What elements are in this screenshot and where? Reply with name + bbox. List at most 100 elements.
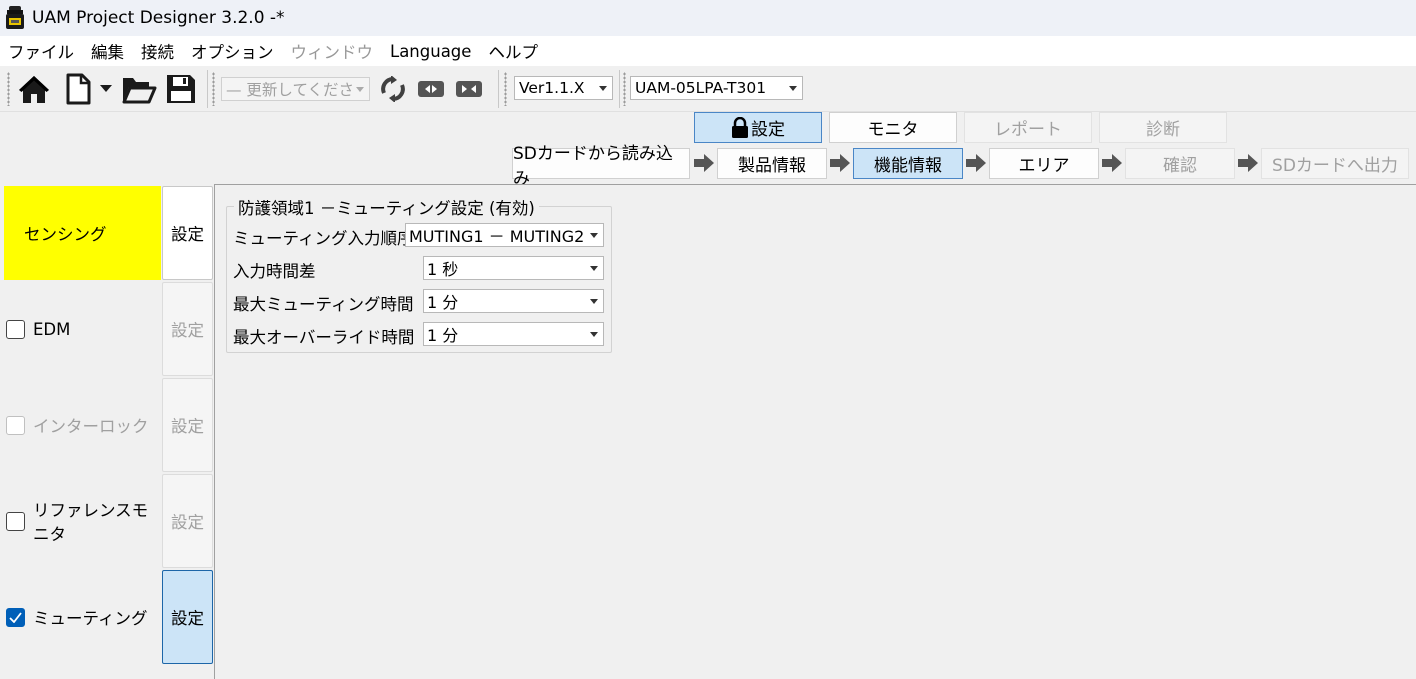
edm-checkbox[interactable] — [6, 319, 25, 339]
menu-edit[interactable]: 編集 — [91, 39, 124, 63]
chevron-down-icon — [356, 87, 364, 92]
chevron-down-icon — [100, 85, 112, 92]
muting-settings-button[interactable]: 設定 — [162, 570, 213, 664]
save-button[interactable] — [162, 72, 200, 106]
max-override-time-select[interactable]: 1 分 — [423, 322, 604, 346]
save-icon — [167, 75, 195, 103]
edm-settings-label: 設定 — [171, 321, 204, 340]
model-combo-value: UAM-05LPA-T301 — [635, 79, 767, 97]
toolbar-grip-3[interactable] — [504, 72, 507, 106]
edm-settings-button[interactable]: 設定 — [162, 282, 213, 376]
reference-monitor-settings-label: 設定 — [171, 513, 204, 532]
step-confirm[interactable]: 確認 — [1125, 148, 1235, 179]
transfer-out-icon — [456, 81, 482, 97]
window-title: UAM Project Designer 3.2.0 -* — [32, 8, 285, 28]
input-time-difference-select[interactable]: 1 秒 — [423, 256, 604, 280]
step-product-info-label: 製品情報 — [738, 156, 806, 176]
open-folder-button[interactable] — [120, 72, 158, 106]
max-muting-time-value: 1 分 — [427, 293, 459, 312]
version-combo[interactable]: Ver1.1.X — [514, 76, 613, 100]
chevron-down-icon — [789, 86, 797, 91]
refresh-button[interactable] — [378, 74, 408, 104]
title-bar: UAM Project Designer 3.2.0 -* — [0, 0, 1416, 36]
input-time-difference-value: 1 秒 — [427, 260, 459, 279]
interlock-checkbox[interactable] — [6, 415, 25, 435]
menu-language[interactable]: Language — [390, 42, 471, 61]
arrow-right-icon — [966, 154, 986, 172]
version-combo-value: Ver1.1.X — [519, 79, 585, 97]
max-muting-time-select[interactable]: 1 分 — [423, 289, 604, 313]
muting-settings-label: 設定 — [171, 609, 204, 628]
step-sd-write-label: SDカードへ出力 — [1272, 156, 1398, 176]
tab-report-label: レポート — [994, 120, 1062, 140]
muting-input-order-select[interactable]: MUTING1 － MUTING2 — [405, 223, 604, 247]
tab-settings[interactable]: 設定 — [694, 112, 822, 143]
home-icon — [19, 76, 49, 103]
step-sd-read-label: SDカードから読み込み — [513, 143, 673, 189]
refresh-icon — [381, 76, 405, 102]
lock-icon — [732, 116, 748, 138]
muting-checkbox[interactable] — [6, 607, 25, 627]
step-sd-write[interactable]: SDカードへ出力 — [1261, 148, 1409, 179]
function-muting[interactable]: ミューティング — [4, 570, 161, 664]
toolbar-grip-4[interactable] — [623, 72, 626, 106]
step-confirm-label: 確認 — [1163, 156, 1197, 176]
write-to-device-button[interactable] — [454, 76, 484, 102]
new-file-button[interactable] — [62, 72, 94, 106]
tab-report[interactable]: レポート — [964, 112, 1092, 143]
update-combo[interactable]: — 更新してくださ — [221, 77, 370, 101]
max-override-time-value: 1 分 — [427, 326, 459, 345]
muting-input-order-label: ミューティング入力順序 — [233, 229, 414, 248]
menu-options[interactable]: オプション — [191, 39, 274, 63]
max-muting-time-label: 最大ミューティング時間 — [233, 295, 414, 314]
step-function-info-label: 機能情報 — [874, 156, 942, 176]
function-reference-monitor-label: リファレンスモニタ — [33, 501, 149, 544]
open-folder-icon — [122, 78, 157, 104]
max-override-time-label: 最大オーバーライド時間 — [233, 328, 415, 347]
function-interlock[interactable]: インターロック — [4, 378, 161, 472]
step-product-info[interactable]: 製品情報 — [717, 148, 827, 179]
tab-diagnosis[interactable]: 診断 — [1099, 112, 1227, 143]
model-combo[interactable]: UAM-05LPA-T301 — [630, 76, 803, 100]
chevron-down-icon — [590, 299, 598, 304]
update-combo-value: — 更新してくださ — [226, 81, 354, 99]
interlock-settings-button[interactable]: 設定 — [162, 378, 213, 472]
menu-window[interactable]: ウィンドウ — [291, 39, 374, 63]
toolbar: — 更新してくださ Ver1.1.X UAM-05LPA-T301 — [0, 66, 1416, 112]
interlock-settings-label: 設定 — [171, 417, 204, 436]
step-area[interactable]: エリア — [989, 148, 1099, 179]
read-from-device-button[interactable] — [416, 76, 446, 102]
reference-monitor-checkbox[interactable] — [6, 511, 25, 531]
toolbar-grip-2[interactable] — [212, 72, 215, 106]
new-file-dropdown[interactable] — [98, 82, 114, 96]
tab-monitor-label: モニタ — [867, 120, 919, 140]
reference-monitor-settings-button[interactable]: 設定 — [162, 474, 213, 568]
step-sd-read[interactable]: SDカードから読み込み — [512, 144, 690, 189]
arrow-right-icon — [1238, 154, 1258, 172]
function-interlock-label: インターロック — [33, 417, 149, 436]
chevron-down-icon — [590, 233, 598, 238]
tab-diagnosis-label: 診断 — [1146, 120, 1180, 140]
tab-monitor[interactable]: モニタ — [829, 112, 957, 143]
function-sensing: センシング — [4, 186, 161, 280]
new-file-icon — [66, 73, 91, 105]
menu-file[interactable]: ファイル — [8, 39, 74, 63]
step-function-info[interactable]: 機能情報 — [853, 148, 963, 179]
function-muting-label: ミューティング — [33, 609, 148, 628]
function-sensing-label: センシング — [24, 225, 107, 244]
sensing-settings-button[interactable]: 設定 — [162, 186, 213, 280]
function-reference-monitor[interactable]: リファレンスモニタ — [4, 474, 161, 568]
transfer-in-icon — [418, 81, 444, 97]
muting-settings-title: 防護領域1 －ミューティング設定 (有効) — [234, 195, 539, 219]
muting-input-order-value: MUTING1 － MUTING2 — [409, 227, 585, 246]
menu-connect[interactable]: 接続 — [141, 39, 174, 63]
chevron-down-icon — [590, 266, 598, 271]
arrow-right-icon — [1102, 154, 1122, 172]
app-logo-icon — [6, 6, 24, 29]
toolbar-grip[interactable] — [7, 72, 10, 106]
input-time-difference-label: 入力時間差 — [233, 262, 316, 281]
menu-help[interactable]: ヘルプ — [488, 39, 538, 63]
home-button[interactable] — [16, 72, 52, 106]
function-edm[interactable]: EDM — [4, 282, 161, 376]
menu-bar: ファイル 編集 接続 オプション ウィンドウ Language ヘルプ — [0, 36, 1416, 66]
